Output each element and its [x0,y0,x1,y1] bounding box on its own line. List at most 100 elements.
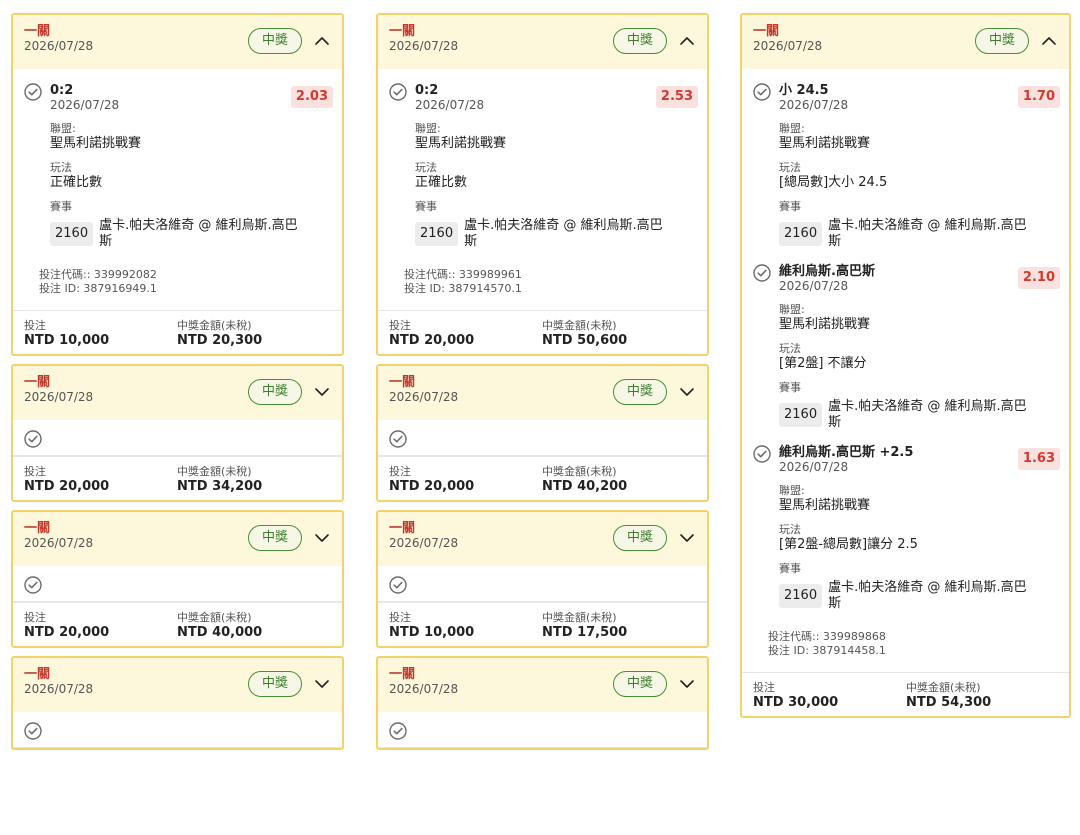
stake-block: 投注 NTD 10,000 [389,611,542,640]
chevron-up-icon[interactable] [312,31,332,51]
selection-date: 2026/07/28 [415,98,485,112]
bet-card: 一關 2026/07/28 中獎 [11,656,344,750]
league-label: 聯盟: [50,122,76,135]
won-status-badge: 中獎 [613,525,667,551]
event-row: 2160 盧卡.帕夫洛維奇 @ 維利烏斯.高巴斯 [779,399,1058,431]
stake-amount: NTD 30,000 [753,695,839,710]
event-label: 賽事 [779,381,801,394]
bet-id-value: 387914458.1 [812,644,886,657]
check-circle-icon [389,83,407,101]
card-header[interactable]: 一關 2026/07/28 中獎 [13,15,342,69]
bet-code-label: 投注代碼:: [404,268,456,281]
league-label: 聯盟: [415,122,441,135]
bet-id-value: 387914570.1 [448,282,522,295]
stake-label: 投注 [24,611,46,624]
odds-badge: 1.63 [1017,448,1060,470]
won-status-badge: 中獎 [613,671,667,697]
event-number: 2160 [779,403,823,427]
bet-card: 一關 2026/07/28 中獎投注 NTD 20,000 中獎金額(未稅) NTD 34… [11,364,344,502]
bet-selection: 維利烏斯.高巴斯 +2.5 2026/07/28 1.63 聯盟: 聖馬利諾挑戰賽 玩法[… [742,431,1069,612]
check-circle-icon [753,83,771,101]
bet-id-label: 投注 ID: [404,282,445,295]
check-circle-icon [753,264,771,282]
stake-block: 投注 NTD 20,000 [389,319,542,348]
payout-label: 中獎金額(未稅) [542,611,617,624]
stake-block: 投注 NTD 20,000 [389,465,542,494]
payout-label: 中獎金額(未稅) [542,319,617,332]
selection-name: 0:2 [415,83,439,98]
won-status-badge: 中獎 [248,379,302,405]
league-value: 聖馬利諾挑戰賽 [779,317,871,332]
won-status-badge: 中獎 [613,28,667,54]
collapsed-body [13,712,342,748]
stake-block: 投注 NTD 30,000 [753,681,906,710]
chevron-down-icon[interactable] [312,674,332,694]
card-header[interactable]: 一關 2026/07/28 中獎 [378,366,707,420]
bet-id-line: 投注 ID: 387914458.1 [768,644,1069,658]
stake-label: 投注 [24,465,46,478]
selection-name: 維利烏斯.高巴斯 +2.5 [779,445,914,460]
event-number: 2160 [779,584,823,608]
payout-label: 中獎金額(未稅) [177,611,252,624]
chevron-up-icon[interactable] [677,31,697,51]
won-status-badge: 中獎 [248,525,302,551]
card-header[interactable]: 一關 2026/07/28 中獎 [378,15,707,69]
selection-name: 維利烏斯.高巴斯 [779,264,875,279]
bet-card: 一關 2026/07/28 中獎投注 NTD 10,000 中獎金額(未稅) NTD 17… [376,510,709,648]
won-status-badge: 中獎 [975,28,1029,54]
event-number: 2160 [415,222,459,246]
bet-id-value: 387916949.1 [83,282,157,295]
event-name: 盧卡.帕夫洛維奇 @ 維利烏斯.高巴斯 [828,218,1027,249]
card-header[interactable]: 一關 2026/07/28 中獎 [378,512,707,566]
bet-column: 一關 2026/07/28 中獎 0:2 2026/07/28 2.53 聯盟: 聖馬利諾挑戰… [376,13,709,758]
league-label: 聯盟: [779,303,805,316]
payout-amount: NTD 54,300 [906,695,992,710]
selection-name: 小 24.5 [779,83,829,98]
stake-amount: NTD 20,000 [24,479,110,494]
chevron-down-icon[interactable] [677,382,697,402]
payout-block: 中獎金額(未稅) NTD 54,300 [906,681,991,710]
collapsed-body [378,712,707,748]
card-header[interactable]: 一關 2026/07/28 中獎 [378,658,707,712]
bet-codes: 投注代碼:: 339989961 投注 ID: 387914570.1 [404,268,707,310]
card-header[interactable]: 一關 2026/07/28 中獎 [13,658,342,712]
bet-code-line: 投注代碼:: 339989868 [768,630,1069,644]
payout-block: 中獎金額(未稅) NTD 34,200 [177,465,262,494]
card-header[interactable]: 一關 2026/07/28 中獎 [13,512,342,566]
event-label: 賽事 [50,200,72,213]
check-circle-icon [24,576,42,594]
stake-block: 投注 NTD 10,000 [24,319,177,348]
event-row: 2160 盧卡.帕夫洛維奇 @ 維利烏斯.高巴斯 [779,580,1058,612]
card-footer: 投注 NTD 20,000 中獎金額(未稅) NTD 40,200 [378,456,707,500]
stake-amount: NTD 20,000 [389,333,475,348]
card-header[interactable]: 一關 2026/07/28 中獎 [13,366,342,420]
card-header[interactable]: 一關 2026/07/28 中獎 [742,15,1069,69]
odds-badge: 2.53 [655,86,698,108]
market-value: [總局數]大小 24.5 [779,175,888,190]
collapsed-body [378,420,707,456]
bet-selection: 0:2 2026/07/28 2.03 聯盟: 聖馬利諾挑戰賽 玩法 正確比數 賽事 2160 盧… [13,69,342,250]
market-value: 正確比數 [50,175,103,190]
market-label: 玩法 [779,161,801,174]
market-label: 玩法 [415,161,437,174]
event-row: 2160 盧卡.帕夫洛維奇 @ 維利烏斯.高巴斯 [50,218,331,250]
odds-badge: 2.10 [1017,267,1060,289]
chevron-up-icon[interactable] [1039,31,1059,51]
event-label: 賽事 [779,562,801,575]
bet-card: 一關 2026/07/28 中獎 [376,656,709,750]
league-label: 聯盟: [779,484,805,497]
league-value: 聖馬利諾挑戰賽 [779,498,871,513]
event-row: 2160 盧卡.帕夫洛維奇 @ 維利烏斯.高巴斯 [415,218,696,250]
check-circle-icon [24,430,42,448]
chevron-down-icon[interactable] [312,528,332,548]
bet-id-label: 投注 ID: [768,644,809,657]
payout-amount: NTD 40,000 [177,625,263,640]
bet-selection: 小 24.5 2026/07/28 1.70 聯盟: 聖馬利諾挑戰賽 玩法 [總局數]大小 … [742,69,1069,250]
chevron-down-icon[interactable] [312,382,332,402]
chevron-down-icon[interactable] [677,528,697,548]
chevron-down-icon[interactable] [677,674,697,694]
bet-code-line: 投注代碼:: 339989961 [404,268,707,282]
payout-block: 中獎金額(未稅) NTD 50,600 [542,319,627,348]
payout-amount: NTD 17,500 [542,625,628,640]
league-value: 聖馬利諾挑戰賽 [415,136,507,151]
